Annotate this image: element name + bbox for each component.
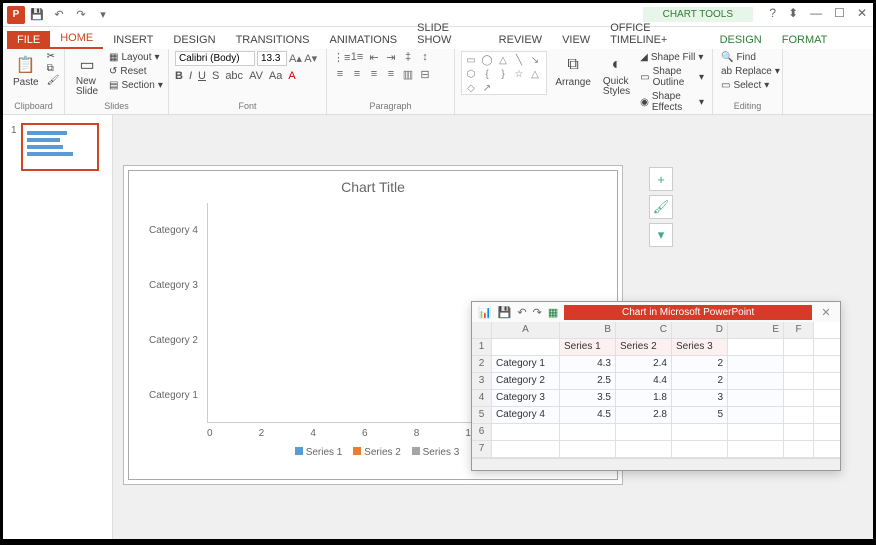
tab-chart-design[interactable]: DESIGN — [710, 31, 772, 49]
chart-elements-button[interactable]: + — [649, 167, 673, 191]
group-clipboard-label: Clipboard — [9, 101, 58, 112]
chart-filters-button[interactable]: ▾ — [649, 223, 673, 247]
slide-number: 1 — [11, 125, 17, 136]
arrange-button[interactable]: ⧉ Arrange — [551, 51, 595, 90]
text-direction-button[interactable]: ↕ — [418, 51, 432, 64]
powerpoint-icon: P — [7, 6, 25, 24]
underline-button[interactable]: U — [198, 70, 206, 82]
align-center-button[interactable]: ≡ — [350, 68, 364, 81]
tab-insert[interactable]: INSERT — [103, 31, 163, 49]
reset-button[interactable]: ↺Reset — [107, 65, 165, 78]
tab-view[interactable]: VIEW — [552, 31, 600, 49]
window-controls: ? ⬍ — ☐ ✕ — [769, 6, 867, 20]
strikethrough-button[interactable]: abc — [225, 70, 243, 82]
undo-icon[interactable]: ↶ — [49, 5, 69, 25]
font-family-select[interactable]: Calibri (Body) — [175, 51, 255, 66]
help-icon[interactable]: ? — [769, 6, 776, 20]
quick-styles-icon: ◐ — [605, 53, 629, 77]
change-case-button[interactable]: Aa — [269, 70, 282, 82]
ribbon-tabs: FILE HOME INSERT DESIGN TRANSITIONS ANIM… — [3, 27, 873, 49]
chart-title[interactable]: Chart Title — [129, 171, 617, 203]
datasheet-scrollbar[interactable] — [472, 458, 840, 470]
bullets-button[interactable]: ⋮≡ — [333, 51, 347, 64]
italic-button[interactable]: I — [189, 70, 192, 82]
chart-shortcut-buttons: + 🖌 ▾ — [649, 167, 673, 247]
tab-animations[interactable]: ANIMATIONS — [320, 31, 408, 49]
tab-slideshow[interactable]: SLIDE SHOW — [407, 19, 489, 49]
justify-button[interactable]: ≡ — [384, 68, 398, 81]
close-icon[interactable]: ✕ — [857, 6, 867, 20]
save-icon[interactable]: 💾 — [27, 5, 47, 25]
select-button[interactable]: ▭Select▾ — [719, 79, 782, 92]
font-size-select[interactable]: 13.3 — [257, 51, 287, 66]
font-color-button[interactable]: A — [288, 70, 295, 82]
slide-thumbnail-panel: 1 — [3, 115, 113, 539]
align-right-button[interactable]: ≡ — [367, 68, 381, 81]
tab-home[interactable]: HOME — [50, 29, 103, 49]
chart-styles-button[interactable]: 🖌 — [649, 195, 673, 219]
qat-dropdown-icon[interactable]: ▾ — [93, 5, 113, 25]
ds-excel-icon[interactable]: ▦ — [548, 306, 558, 319]
shapes-gallery[interactable]: ▭◯△╲↘⬡ {}☆△◇↗ — [461, 51, 547, 95]
section-button[interactable]: ▤Section▾ — [107, 79, 165, 92]
chart-data-window[interactable]: 📊 💾 ↶ ↷ ▦ Chart in Microsoft PowerPoint … — [471, 301, 841, 471]
datasheet-close-icon[interactable]: ✕ — [818, 306, 834, 319]
columns-button[interactable]: ▥ — [401, 68, 415, 81]
ribbon: 📋 Paste ✂ ⧉ 🖌 Clipboard ▭ New Slide ▦Lay… — [3, 49, 873, 115]
group-font-label: Font — [175, 101, 320, 112]
paste-icon: 📋 — [14, 53, 38, 77]
align-left-button[interactable]: ≡ — [333, 68, 347, 81]
tab-file[interactable]: FILE — [7, 31, 50, 49]
shape-outline-button[interactable]: ▭Shape Outline▾ — [638, 65, 706, 89]
arrange-icon: ⧉ — [561, 53, 585, 77]
ds-redo-icon[interactable]: ↷ — [533, 306, 542, 319]
cell-c1[interactable]: Series 2 — [616, 339, 672, 355]
shadow-button[interactable]: S — [212, 70, 219, 82]
shape-effects-button[interactable]: ◉Shape Effects▾ — [638, 90, 706, 114]
decrease-indent-button[interactable]: ⇤ — [367, 51, 381, 64]
datasheet-title: Chart in Microsoft PowerPoint — [564, 305, 812, 320]
group-editing-label: Editing — [719, 101, 776, 112]
tab-office-timeline[interactable]: OFFICE TIMELINE+ — [600, 19, 709, 49]
tab-transitions[interactable]: TRANSITIONS — [226, 31, 320, 49]
copy-icon[interactable]: ⧉ — [47, 63, 60, 74]
align-text-button[interactable]: ⊟ — [418, 68, 432, 81]
chart-y-category-labels: Category 1 Category 2 Category 3 Categor… — [149, 203, 203, 423]
minimize-icon[interactable]: — — [810, 6, 822, 20]
ds-save-icon[interactable]: 💾 — [498, 306, 512, 319]
tab-chart-format[interactable]: FORMAT — [772, 31, 838, 49]
numbering-button[interactable]: 1≡ — [350, 51, 364, 64]
maximize-icon[interactable]: ☐ — [834, 6, 845, 20]
line-spacing-button[interactable]: ‡ — [401, 51, 415, 64]
tab-design[interactable]: DESIGN — [163, 31, 225, 49]
layout-button[interactable]: ▦Layout▾ — [107, 51, 165, 64]
format-painter-icon[interactable]: 🖌 — [47, 75, 60, 86]
group-paragraph-label: Paragraph — [333, 101, 448, 112]
shape-fill-button[interactable]: ◢Shape Fill▾ — [638, 51, 706, 64]
ds-undo-icon[interactable]: ↶ — [517, 306, 526, 319]
slide-thumbnail-1[interactable]: 1 — [21, 123, 99, 171]
cell-b1[interactable]: Series 1 — [560, 339, 616, 355]
increase-indent-button[interactable]: ⇥ — [384, 51, 398, 64]
redo-icon[interactable]: ↷ — [71, 5, 91, 25]
new-slide-icon: ▭ — [75, 53, 99, 77]
cut-icon[interactable]: ✂ — [47, 51, 60, 62]
group-slides-label: Slides — [71, 101, 162, 112]
paste-button[interactable]: 📋 Paste — [9, 51, 43, 90]
bold-button[interactable]: B — [175, 70, 183, 82]
quick-access-toolbar: P 💾 ↶ ↷ ▾ — [3, 5, 117, 25]
ribbon-collapse-icon[interactable]: ⬍ — [788, 6, 798, 20]
tab-review[interactable]: REVIEW — [489, 31, 552, 49]
new-slide-button[interactable]: ▭ New Slide — [71, 51, 103, 99]
replace-button[interactable]: abReplace▾ — [719, 65, 782, 78]
datasheet-grid[interactable]: A B C D E F 1 Series 1 Series 2 Series 3… — [472, 322, 840, 458]
quick-styles-button[interactable]: ◐ Quick Styles — [599, 51, 634, 99]
cell-d1[interactable]: Series 3 — [672, 339, 728, 355]
char-spacing-button[interactable]: AV — [249, 70, 263, 82]
find-button[interactable]: 🔍Find — [719, 51, 782, 64]
ds-chart-icon[interactable]: 📊 — [478, 306, 492, 319]
